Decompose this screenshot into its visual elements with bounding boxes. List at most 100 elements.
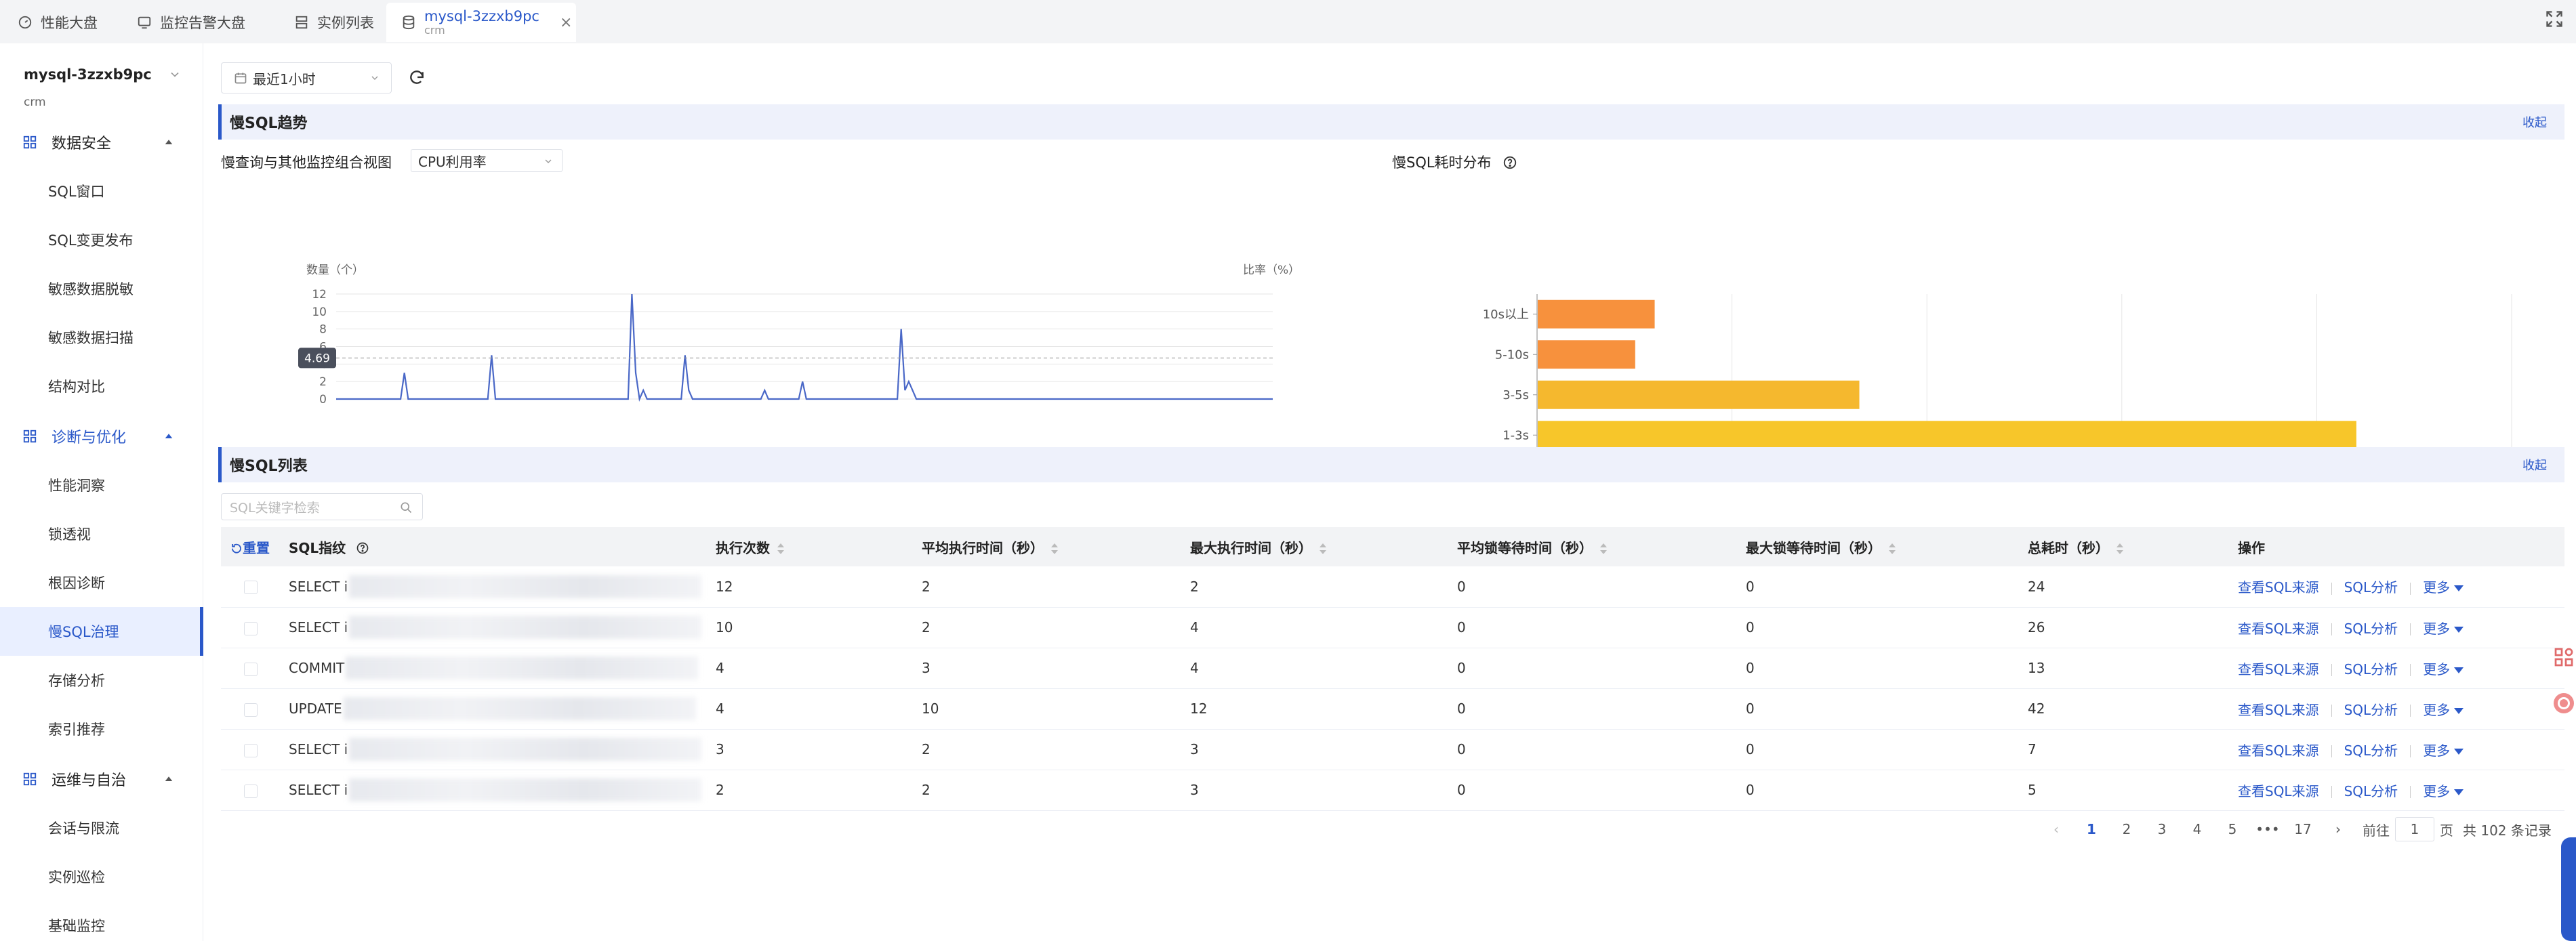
- sort-icon[interactable]: [1319, 543, 1327, 555]
- sidebar-group-data-security[interactable]: 数据安全: [0, 118, 203, 167]
- fullscreen-icon[interactable]: [2545, 9, 2564, 28]
- row-checkbox[interactable]: [244, 743, 258, 757]
- cell-avg-lock: 0: [1457, 741, 1466, 757]
- close-icon[interactable]: ×: [560, 14, 572, 31]
- view-sql-source-link[interactable]: 查看SQL来源: [2238, 579, 2319, 595]
- more-dropdown[interactable]: 更多: [2423, 621, 2464, 637]
- more-dropdown[interactable]: 更多: [2423, 743, 2464, 759]
- sidebar-item-basic-monitor[interactable]: 基础监控: [0, 901, 203, 941]
- row-checkbox[interactable]: [244, 581, 258, 595]
- sql-analyze-link[interactable]: SQL分析: [2344, 783, 2398, 799]
- sidebar-item-schema-compare[interactable]: 结构对比: [0, 362, 203, 411]
- sidebar-item-performance-insight[interactable]: 性能洞察: [0, 461, 203, 509]
- caret-down-icon: [2454, 789, 2464, 795]
- chevron-down-icon[interactable]: [168, 68, 182, 81]
- row-checkbox[interactable]: [244, 662, 258, 676]
- sql-fingerprint[interactable]: UPDATE: [289, 700, 342, 717]
- row-checkbox[interactable]: [244, 784, 258, 798]
- y-tick-label: 5-10s: [1495, 348, 1529, 362]
- col-avg-exec[interactable]: 平均执行时间（秒）: [922, 527, 1190, 566]
- sidebar-group-ops[interactable]: 运维与自治: [0, 755, 203, 803]
- view-sql-source-link[interactable]: 查看SQL来源: [2238, 661, 2319, 677]
- collapse-button[interactable]: 收起: [2522, 456, 2547, 474]
- help-icon[interactable]: [356, 541, 369, 555]
- sidebar-item-session[interactable]: 会话与限流: [0, 803, 203, 852]
- sort-icon[interactable]: [1599, 543, 1608, 555]
- sidebar-item-sql-change[interactable]: SQL变更发布: [0, 215, 203, 264]
- sidebar-item-index-advice[interactable]: 索引推荐: [0, 705, 203, 753]
- page-4[interactable]: 4: [2180, 821, 2215, 837]
- sidebar-item-slow-sql[interactable]: 慢SQL治理: [0, 607, 203, 656]
- sql-search-input[interactable]: SQL关键字检索: [221, 493, 423, 520]
- search-icon[interactable]: [399, 501, 413, 514]
- sql-fingerprint[interactable]: SELECT i: [289, 579, 348, 595]
- more-dropdown[interactable]: 更多: [2423, 579, 2464, 595]
- apps-float-icon[interactable]: [2552, 645, 2576, 669]
- sql-fingerprint[interactable]: SELECT i: [289, 741, 348, 757]
- reset-label: 重置: [243, 539, 270, 556]
- page-17[interactable]: 17: [2285, 821, 2321, 837]
- tab-performance-dashboard[interactable]: 性能大盘: [3, 3, 122, 42]
- caret-down-icon: [2454, 585, 2464, 592]
- goto-page-input[interactable]: 1: [2395, 817, 2434, 841]
- sql-fingerprint[interactable]: SELECT i: [289, 619, 348, 635]
- sidebar-group-diagnosis[interactable]: 诊断与优化: [0, 412, 203, 461]
- view-sql-source-link[interactable]: 查看SQL来源: [2238, 702, 2319, 718]
- help-float-tab[interactable]: [2561, 837, 2576, 941]
- sql-analyze-link[interactable]: SQL分析: [2344, 579, 2398, 595]
- collapse-button[interactable]: 收起: [2522, 113, 2547, 131]
- reset-button[interactable]: 重置: [221, 527, 289, 566]
- page-5[interactable]: 5: [2215, 821, 2250, 837]
- prev-page-button[interactable]: ‹: [2039, 821, 2074, 837]
- pagination: ‹ 1 2 3 4 5 ••• 17 › 前往 1 页 共 102 条记录: [2039, 816, 2552, 843]
- row-checkbox[interactable]: [244, 621, 258, 635]
- sidebar-item-data-scan[interactable]: 敏感数据扫描: [0, 313, 203, 362]
- instance-name[interactable]: mysql-3zzxb9pc: [24, 66, 152, 83]
- tab-instance-list[interactable]: 实例列表: [279, 3, 384, 42]
- view-sql-source-link[interactable]: 查看SQL来源: [2238, 621, 2319, 637]
- sql-fingerprint[interactable]: SELECT i: [289, 782, 348, 798]
- grid-icon: [23, 430, 37, 443]
- sql-analyze-link[interactable]: SQL分析: [2344, 743, 2398, 759]
- sidebar-item-lock-view[interactable]: 锁透视: [0, 509, 203, 558]
- grid-icon: [23, 772, 37, 786]
- sql-fingerprint[interactable]: COMMIT: [289, 660, 344, 676]
- tab-instance-mysql[interactable]: mysql-3zzxb9pc crm ×: [386, 3, 576, 42]
- slow-sql-table: 重置 SQL指纹 执行次数 平均执行时间（秒） 最大执行时间（秒） 平均锁等待时…: [221, 527, 2564, 811]
- sort-icon[interactable]: [1888, 543, 1896, 555]
- sort-icon[interactable]: [1050, 543, 1059, 555]
- refresh-icon[interactable]: [408, 69, 426, 87]
- more-dropdown[interactable]: 更多: [2423, 782, 2464, 799]
- view-sql-source-link[interactable]: 查看SQL来源: [2238, 783, 2319, 799]
- col-exec-count[interactable]: 执行次数: [716, 527, 922, 566]
- sql-analyze-link[interactable]: SQL分析: [2344, 661, 2398, 677]
- page-2[interactable]: 2: [2109, 821, 2144, 837]
- sidebar-item-data-masking[interactable]: 敏感数据脱敏: [0, 264, 203, 313]
- col-total-time[interactable]: 总耗时（秒）: [2028, 527, 2238, 566]
- help-icon[interactable]: [1502, 155, 1517, 170]
- sort-icon[interactable]: [2116, 543, 2124, 555]
- col-avg-lock[interactable]: 平均锁等待时间（秒）: [1457, 527, 1746, 566]
- time-range-select[interactable]: 最近1小时: [221, 62, 392, 93]
- page-ellipsis[interactable]: •••: [2250, 821, 2285, 837]
- more-dropdown[interactable]: 更多: [2423, 661, 2464, 677]
- tab-alert-dashboard[interactable]: 监控告警大盘: [122, 3, 279, 42]
- next-page-button[interactable]: ›: [2321, 821, 2356, 837]
- sidebar-item-inspection[interactable]: 实例巡检: [0, 852, 203, 901]
- assistant-float-icon[interactable]: [2552, 691, 2576, 715]
- col-max-exec[interactable]: 最大执行时间（秒）: [1190, 527, 1457, 566]
- sidebar-item-sql-window[interactable]: SQL窗口: [0, 167, 203, 215]
- sql-analyze-link[interactable]: SQL分析: [2344, 702, 2398, 718]
- page-3[interactable]: 3: [2144, 821, 2180, 837]
- page-1[interactable]: 1: [2074, 821, 2109, 837]
- sidebar-item-storage[interactable]: 存储分析: [0, 656, 203, 705]
- view-sql-source-link[interactable]: 查看SQL来源: [2238, 743, 2319, 759]
- more-dropdown[interactable]: 更多: [2423, 702, 2464, 718]
- col-max-lock[interactable]: 最大锁等待时间（秒）: [1746, 527, 2028, 566]
- sidebar-item-root-cause[interactable]: 根因诊断: [0, 558, 203, 607]
- combo-metric-select[interactable]: CPU利用率: [411, 149, 563, 172]
- sql-analyze-link[interactable]: SQL分析: [2344, 621, 2398, 637]
- more-label: 更多: [2423, 782, 2451, 799]
- row-checkbox[interactable]: [244, 703, 258, 717]
- sort-icon[interactable]: [777, 543, 785, 555]
